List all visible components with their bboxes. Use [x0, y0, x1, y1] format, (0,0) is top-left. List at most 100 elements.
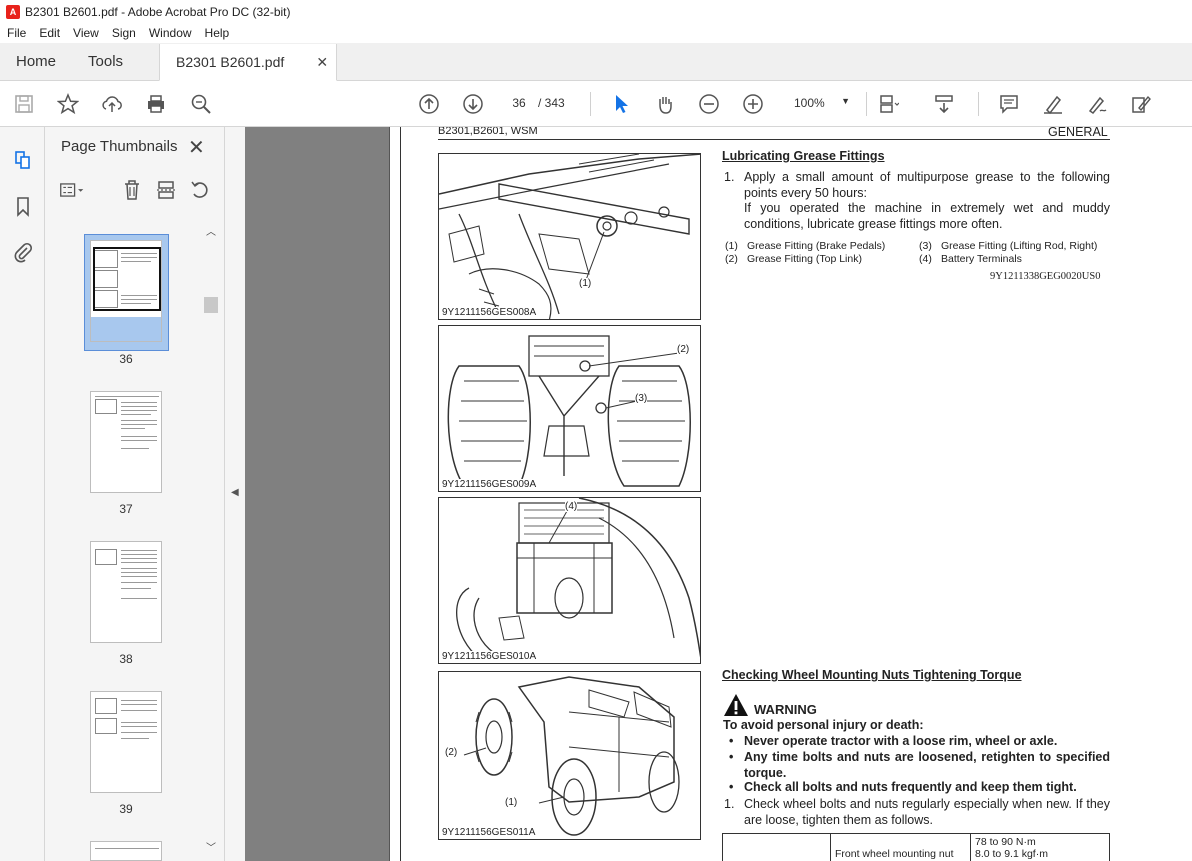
collapse-panel-icon[interactable]: ◀ [231, 487, 239, 498]
legend-text: Battery Terminals [941, 253, 1022, 265]
legend-text: Grease Fitting (Top Link) [747, 253, 862, 265]
figure-caption: 9Y1211156GES010A [442, 651, 539, 662]
callout-label: (2) [677, 344, 690, 355]
figure-battery: (4) 9Y1211156GES010A [438, 497, 701, 664]
scroll-mode-icon[interactable] [930, 90, 958, 118]
bookmarks-icon[interactable] [10, 193, 36, 219]
close-panel-icon[interactable]: ✕ [188, 135, 205, 160]
close-tab-icon[interactable]: ✕ [316, 54, 328, 71]
highlight-pen-icon[interactable] [1039, 90, 1067, 118]
select-cursor-icon[interactable] [607, 90, 635, 118]
comment-icon[interactable] [995, 90, 1023, 118]
legend-text: Grease Fitting (Lifting Rod, Right) [941, 240, 1098, 252]
grease-section-title: Lubricating Grease Fittings [722, 149, 885, 163]
menu-bar: File Edit View Sign Window Help [0, 23, 1192, 43]
search-icon[interactable] [187, 90, 215, 118]
menu-sign[interactable]: Sign [105, 26, 142, 40]
zoom-in-icon[interactable] [739, 90, 767, 118]
title-bar: A B2301 B2601.pdf - Adobe Acrobat Pro DC… [0, 0, 1192, 23]
thumbnail-options-icon[interactable] [59, 177, 85, 203]
delete-icon[interactable] [119, 177, 145, 203]
wheel-step-text: Check wheel bolts and nuts regularly esp… [744, 797, 1110, 827]
pdf-page: B2301,B2601, WSM GENERAL (1) 9Y1211156GE… [389, 127, 1192, 861]
reference-code: 9Y1211338GEG0020US0 [990, 271, 1101, 282]
menu-help[interactable]: Help [198, 26, 236, 40]
document-viewer[interactable]: B2301,B2601, WSM GENERAL (1) 9Y1211156GE… [245, 127, 1192, 861]
print-icon[interactable] [142, 90, 170, 118]
menu-file[interactable]: File [0, 26, 32, 40]
callout-label: (1) [505, 797, 518, 808]
page-number-input[interactable] [502, 92, 536, 114]
warning-triangle-icon [723, 693, 749, 717]
thumbnail-page-38[interactable] [90, 541, 162, 643]
tab-document-label: B2301 B2601.pdf [176, 54, 285, 70]
extract-pages-icon[interactable] [153, 177, 179, 203]
page-thumbnails-icon[interactable] [10, 147, 36, 173]
panel-collapse-strip: ◀ [225, 127, 245, 861]
rotate-icon[interactable] [187, 177, 213, 203]
sign-icon[interactable] [1083, 90, 1111, 118]
legend-number: (3) [919, 240, 932, 252]
upload-cloud-icon[interactable] [98, 90, 126, 118]
warning-bullet: Never operate tractor with a loose rim, … [744, 734, 1058, 748]
figure-wheel-nuts: (2) (1) 9Y1211156GES011A [438, 671, 701, 840]
zoom-out-icon[interactable] [695, 90, 723, 118]
grease-step-number: 1. [724, 170, 735, 184]
thumbnail-label: 36 [119, 352, 133, 366]
chevron-down-icon: ▼ [841, 96, 850, 106]
thumbnail-label: 38 [119, 652, 133, 666]
legend-number: (1) [725, 240, 738, 252]
zoom-dropdown[interactable]: 100% ▼ [786, 92, 856, 114]
tab-home[interactable]: Home [0, 43, 72, 80]
menu-view[interactable]: View [66, 26, 105, 40]
callout-label: (2) [445, 747, 458, 758]
thumbnail-scrollbar[interactable]: ︿ ﹀ [203, 223, 219, 854]
zoom-level: 100% [794, 96, 825, 110]
thumbnail-label: 37 [119, 502, 133, 516]
figure-caption: 9Y1211156GES008A [442, 307, 539, 318]
callout-label: (1) [579, 278, 592, 289]
attachments-icon[interactable] [10, 239, 36, 265]
thumbnail-page-40[interactable] [90, 841, 162, 861]
panel-title: Page Thumbnails [61, 138, 178, 155]
table-cell-value: 78 to 90 N·m 8.0 to 9.1 kgf·m [970, 833, 1110, 861]
legend-number: (4) [919, 253, 932, 265]
wheel-section-title: Checking Wheel Mounting Nuts Tightening … [722, 668, 1022, 682]
warning-bullet: Check all bolts and nuts frequently and … [744, 780, 1077, 794]
tab-document[interactable]: B2301 B2601.pdf ✕ [159, 44, 338, 81]
acrobat-icon: A [6, 4, 20, 19]
toolbar [0, 81, 1192, 127]
menu-edit[interactable]: Edit [32, 26, 66, 40]
callout-label: (4) [565, 501, 578, 512]
torque-table: Front wheel mounting nut 78 to 90 N·m 8.… [722, 833, 1110, 861]
previous-page-icon[interactable] [415, 90, 443, 118]
save-icon[interactable] [10, 90, 38, 118]
thumbnail-page-39[interactable] [90, 691, 162, 793]
figure-caption: 9Y1211156GES009A [442, 479, 539, 490]
next-page-icon[interactable] [459, 90, 487, 118]
page-layout-icon[interactable] [874, 90, 902, 118]
bookmark-star-icon[interactable] [54, 90, 82, 118]
page-header-right: GENERAL [1048, 127, 1108, 139]
edit-pdf-icon[interactable] [1127, 90, 1155, 118]
menu-window[interactable]: Window [142, 26, 198, 40]
torque-value-nm: 78 to 90 N·m [975, 836, 1036, 848]
tab-tools[interactable]: Tools [72, 43, 139, 80]
figure-brake-pedals: (1) 9Y1211156GES008A [438, 153, 701, 320]
grease-step-text: Apply a small amount of multipurpose gre… [744, 170, 1110, 200]
torque-value-kgf: 8.0 to 9.1 kgf·m [975, 848, 1048, 860]
thumbnail-page-36[interactable] [90, 240, 162, 342]
thumbnail-page-37[interactable] [90, 391, 162, 493]
thumbnail-label: 39 [119, 802, 133, 816]
scrollbar-thumb[interactable] [204, 297, 218, 313]
thumbnails-panel: Page Thumbnails ✕ 36 37 38 39 ︿ ﹀ [45, 127, 225, 861]
legend-number: (2) [725, 253, 738, 265]
grease-step-note: If you operated the machine in extremely… [744, 201, 1110, 231]
table-cell [722, 833, 831, 861]
chevron-down-icon[interactable]: ﹀ [206, 839, 216, 854]
hand-tool-icon[interactable] [651, 90, 679, 118]
tab-bar: Home Tools B2301 B2601.pdf ✕ [0, 43, 1192, 81]
warning-bullet: Any time bolts and nuts are loosened, re… [744, 750, 1110, 780]
table-cell-item: Front wheel mounting nut [830, 833, 971, 861]
chevron-up-icon[interactable]: ︿ [206, 223, 216, 238]
